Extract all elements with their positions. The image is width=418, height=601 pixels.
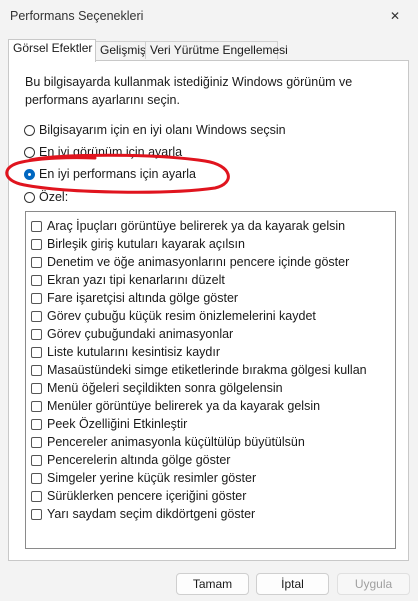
effect-label: Pencerelerin altında gölge göster: [47, 453, 231, 467]
checkbox-icon[interactable]: [31, 508, 42, 520]
checkbox-icon[interactable]: [31, 328, 42, 340]
checkbox-icon[interactable]: [31, 382, 42, 394]
radio-icon[interactable]: [24, 191, 35, 203]
effect-item[interactable]: Fare işaretçisi altında gölge göster: [31, 290, 238, 306]
effect-label: Masaüstündeki simge etiketlerinde bırakm…: [47, 363, 367, 377]
option-custom[interactable]: Özel:: [24, 189, 68, 205]
radio-icon[interactable]: [24, 146, 35, 158]
checkbox-icon[interactable]: [31, 454, 42, 466]
tab-gorsel-efektler[interactable]: Görsel Efektler: [8, 39, 96, 62]
effects-list[interactable]: Araç İpuçları görüntüye belirerek ya da …: [25, 211, 396, 549]
effect-item[interactable]: Araç İpuçları görüntüye belirerek ya da …: [31, 218, 345, 234]
effect-item[interactable]: Pencerelerin altında gölge göster: [31, 452, 230, 468]
checkbox-icon[interactable]: [31, 436, 42, 448]
effect-label: Pencereler animasyonla küçültülüp büyütü…: [47, 435, 305, 449]
option-best-performance[interactable]: En iyi performans için ayarla: [24, 166, 196, 182]
option-label: Özel:: [39, 190, 69, 204]
checkbox-icon[interactable]: [31, 346, 42, 358]
effect-item[interactable]: Pencereler animasyonla küçültülüp büyütü…: [31, 434, 305, 450]
effect-item[interactable]: Görev çubuğu küçük resim önizlemelerini …: [31, 308, 316, 324]
tab-veri-yurutme[interactable]: Veri Yürütme Engellemesi: [145, 41, 288, 59]
option-best-appearance[interactable]: En iyi görünüm için ayarla: [24, 144, 182, 160]
effect-item[interactable]: Simgeler yerine küçük resimler göster: [31, 470, 256, 486]
effect-label: Simgeler yerine küçük resimler göster: [47, 471, 257, 485]
checkbox-icon[interactable]: [31, 292, 42, 304]
effect-label: Görev çubuğundaki animasyonlar: [47, 327, 234, 341]
effect-item[interactable]: Görev çubuğundaki animasyonlar: [31, 326, 233, 342]
apply-button[interactable]: Uygula: [337, 573, 410, 595]
radio-checked-icon[interactable]: [24, 168, 35, 180]
effect-label: Peek Özelliğini Etkinleştir: [47, 417, 188, 431]
effect-label: Liste kutularını kesintisiz kaydır: [47, 345, 220, 359]
effect-item[interactable]: Liste kutularını kesintisiz kaydır: [31, 344, 220, 360]
effect-label: Birleşik giriş kutuları kayarak açılsın: [47, 237, 245, 251]
option-label: En iyi görünüm için ayarla: [39, 145, 183, 159]
checkbox-icon[interactable]: [31, 274, 42, 286]
visual-effects-panel: Bu bilgisayarda kullanmak istediğiniz Wi…: [8, 60, 409, 561]
effect-item[interactable]: Menü öğeleri seçildikten sonra gölgelens…: [31, 380, 283, 396]
effect-item[interactable]: Birleşik giriş kutuları kayarak açılsın: [31, 236, 245, 252]
effect-label: Denetim ve öğe animasyonlarını pencere i…: [47, 255, 350, 269]
checkbox-icon[interactable]: [31, 220, 42, 232]
option-windows-choose[interactable]: Bilgisayarım için en iyi olanı Windows s…: [24, 122, 286, 138]
effect-item[interactable]: Masaüstündeki simge etiketlerinde bırakm…: [31, 362, 367, 378]
effect-label: Menü öğeleri seçildikten sonra gölgelens…: [47, 381, 283, 395]
effect-label: Menüler görüntüye belirerek ya da kayara…: [47, 399, 321, 413]
option-label: Bilgisayarım için en iyi olanı Windows s…: [39, 123, 286, 137]
window-title: Performans Seçenekleri: [10, 9, 144, 23]
effect-item[interactable]: Yarı saydam seçim dikdörtgeni göster: [31, 506, 255, 522]
checkbox-icon[interactable]: [31, 256, 42, 268]
effect-label: Ekran yazı tipi kenarlarını düzelt: [47, 273, 225, 287]
effect-label: Fare işaretçisi altında gölge göster: [47, 291, 239, 305]
effect-item[interactable]: Denetim ve öğe animasyonlarını pencere i…: [31, 254, 349, 270]
radio-icon[interactable]: [24, 124, 35, 136]
option-label: En iyi performans için ayarla: [39, 167, 197, 181]
checkbox-icon[interactable]: [31, 490, 42, 502]
cancel-button[interactable]: İptal: [256, 573, 329, 595]
effect-label: Yarı saydam seçim dikdörtgeni göster: [47, 507, 256, 521]
checkbox-icon[interactable]: [31, 400, 42, 412]
effect-item[interactable]: Menüler görüntüye belirerek ya da kayara…: [31, 398, 320, 414]
checkbox-icon[interactable]: [31, 418, 42, 430]
checkbox-icon[interactable]: [31, 238, 42, 250]
effect-label: Sürüklerken pencere içeriğini göster: [47, 489, 247, 503]
effect-label: Araç İpuçları görüntüye belirerek ya da …: [47, 219, 346, 233]
effect-label: Görev çubuğu küçük resim önizlemelerini …: [47, 309, 316, 323]
effect-item[interactable]: Peek Özelliğini Etkinleştir: [31, 416, 187, 432]
checkbox-icon[interactable]: [31, 364, 42, 376]
effect-item[interactable]: Sürüklerken pencere içeriğini göster: [31, 488, 246, 504]
title-bar: Performans Seçenekleri ✕: [0, 0, 418, 32]
description-text: Bu bilgisayarda kullanmak istediğiniz Wi…: [25, 75, 353, 107]
effect-item[interactable]: Ekran yazı tipi kenarlarını düzelt: [31, 272, 225, 288]
tab-gelismis[interactable]: Gelişmiş: [95, 41, 146, 59]
close-icon[interactable]: ✕: [378, 2, 412, 30]
ok-button[interactable]: Tamam: [176, 573, 249, 595]
checkbox-icon[interactable]: [31, 310, 42, 322]
checkbox-icon[interactable]: [31, 472, 42, 484]
